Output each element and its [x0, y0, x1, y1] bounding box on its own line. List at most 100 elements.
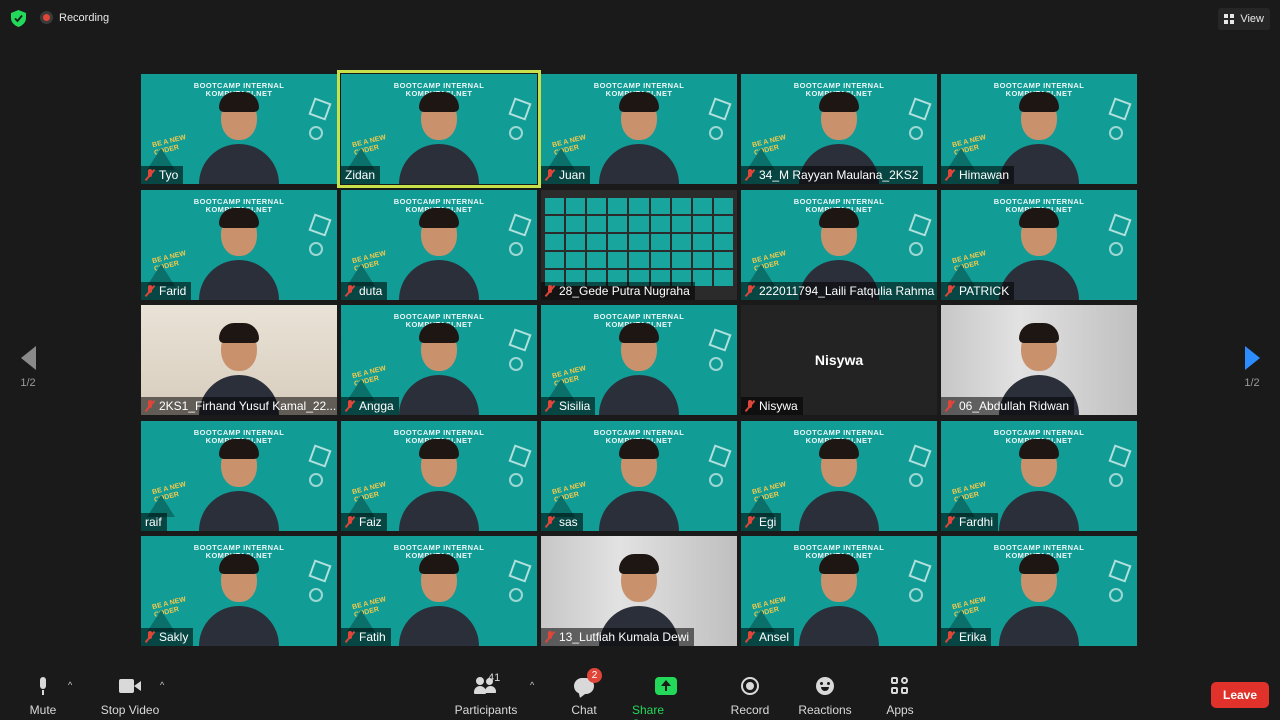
recording-label: Recording — [59, 11, 110, 24]
apps-button[interactable]: Apps — [886, 674, 914, 717]
participant-tile[interactable]: 2KS1_Firhand Yusuf Kamal_22... — [141, 305, 337, 415]
participant-video-feed — [999, 550, 1079, 646]
participant-tile[interactable]: BOOTCAMP INTERNALKOMPUTASI.NETBE A NEWCO… — [337, 70, 541, 188]
background-decoration-icon — [508, 559, 532, 583]
participant-tile[interactable]: BOOTCAMP INTERNALKOMPUTASI.NETBE A NEWCO… — [741, 189, 937, 300]
background-decoration-icon — [909, 588, 923, 602]
participant-name-tag: duta — [341, 281, 388, 300]
participant-tile[interactable]: BOOTCAMP INTERNALKOMPUTASI.NETBE A NEWCO… — [341, 305, 537, 415]
video-options-caret-icon[interactable]: ^ — [160, 680, 164, 690]
participant-tile[interactable]: BOOTCAMP INTERNALKOMPUTASI.NETBE A NEWCO… — [141, 420, 337, 531]
security-shield-icon[interactable] — [11, 10, 26, 27]
participant-tile[interactable]: Nisywa Nisywa — [741, 305, 937, 415]
participant-name-tag: raif — [141, 512, 167, 531]
participant-video-feed — [599, 435, 679, 531]
record-button[interactable]: Record — [731, 674, 769, 717]
participant-tile[interactable]: BOOTCAMP INTERNALKOMPUTASI.NETBE A NEWCO… — [941, 74, 1137, 184]
participant-name-tag: 2KS1_Firhand Yusuf Kamal_22... — [141, 397, 337, 415]
participant-name-tag: 06_Abdullah Ridwan — [941, 397, 1075, 415]
background-decoration-icon — [709, 126, 723, 140]
grid-view-icon — [1224, 14, 1235, 24]
participant-name: Nisywa — [759, 399, 798, 413]
participant-name: Sakly — [159, 630, 189, 644]
participant-tile[interactable]: 06_Abdullah Ridwan — [941, 305, 1137, 415]
participant-name: sas — [559, 514, 578, 529]
participant-name: Zidan — [345, 168, 376, 182]
participant-name: 06_Abdullah Ridwan — [959, 399, 1070, 413]
muted-microphone-icon — [345, 515, 355, 528]
participant-tile[interactable]: BOOTCAMP INTERNALKOMPUTASI.NETBE A NEWCO… — [541, 74, 737, 184]
participants-label: Participants — [454, 703, 518, 717]
participant-tile[interactable]: 28_Gede Putra Nugraha — [541, 189, 737, 300]
next-page-button[interactable]: 1/2 — [1237, 346, 1267, 389]
video-camera-icon — [119, 679, 141, 693]
participant-video-feed — [399, 88, 479, 184]
participant-tile[interactable]: BOOTCAMP INTERNALKOMPUTASI.NETBE A NEWCO… — [341, 420, 537, 531]
participant-video-feed — [799, 435, 879, 531]
participant-tile[interactable]: BOOTCAMP INTERNALKOMPUTASI.NETBE A NEWCO… — [741, 74, 937, 184]
muted-microphone-icon — [945, 284, 955, 297]
participant-tile[interactable]: BOOTCAMP INTERNALKOMPUTASI.NETBE A NEWCO… — [341, 536, 537, 646]
recording-indicator[interactable]: Recording — [40, 11, 109, 24]
muted-microphone-icon — [545, 400, 555, 412]
apps-icon — [891, 677, 909, 695]
participant-tile[interactable]: BOOTCAMP INTERNALKOMPUTASI.NETBE A NEWCO… — [141, 536, 337, 646]
apps-label: Apps — [886, 703, 914, 717]
background-decoration-icon — [308, 97, 332, 121]
participants-options-caret-icon[interactable]: ^ — [530, 680, 534, 690]
muted-microphone-icon — [145, 400, 155, 412]
participant-name: 34_M Rayyan Maulana_2KS2 — [759, 168, 919, 182]
background-decoration-icon — [509, 357, 523, 371]
participant-name: Farid — [159, 283, 187, 298]
participant-name: PATRICK — [959, 283, 1010, 298]
participant-name-tag: 222011794_Laili Fatqulia Rahma — [741, 281, 937, 300]
participant-tile[interactable]: BOOTCAMP INTERNALKOMPUTASI.NETBE A NEWCO… — [941, 536, 1137, 646]
participant-tile[interactable]: BOOTCAMP INTERNALKOMPUTASI.NETBE A NEWCO… — [741, 536, 937, 646]
background-decoration-icon — [509, 588, 523, 602]
participant-tile[interactable]: BOOTCAMP INTERNALKOMPUTASI.NETBE A NEWCO… — [341, 189, 537, 300]
previous-page-button[interactable]: 1/2 — [13, 346, 43, 389]
participants-button[interactable]: 41 Participants — [454, 672, 518, 717]
mute-button[interactable]: Mute — [26, 674, 60, 717]
participant-video-feed — [199, 88, 279, 184]
background-decoration-icon — [909, 241, 923, 256]
share-screen-icon — [655, 677, 677, 695]
participant-tile[interactable]: BOOTCAMP INTERNALKOMPUTASI.NETBE A NEWCO… — [141, 189, 337, 300]
background-decoration-icon — [308, 559, 332, 583]
participant-tile[interactable]: BOOTCAMP INTERNALKOMPUTASI.NETBE A NEWCO… — [541, 305, 737, 415]
background-decoration-icon — [1108, 443, 1132, 468]
participant-video-feed — [999, 435, 1079, 531]
muted-microphone-icon — [145, 284, 155, 297]
leave-button[interactable]: Leave — [1211, 682, 1269, 708]
participant-display-name-center: Nisywa — [814, 352, 864, 368]
muted-microphone-icon — [745, 284, 755, 297]
background-decoration-icon — [508, 443, 532, 468]
participant-tile[interactable]: BOOTCAMP INTERNALKOMPUTASI.NETBE A NEWCO… — [141, 74, 337, 184]
participant-name: Faiz — [359, 514, 382, 529]
participant-tile[interactable]: BOOTCAMP INTERNALKOMPUTASI.NETBE A NEWCO… — [941, 420, 1137, 531]
background-decoration-icon — [508, 328, 532, 352]
chat-unread-badge: 2 — [587, 668, 602, 683]
participant-tile[interactable]: 13_Lutfiah Kumala Dewi — [541, 536, 737, 646]
chat-button[interactable]: 2 Chat — [570, 668, 602, 717]
participant-tile[interactable]: BOOTCAMP INTERNALKOMPUTASI.NETBE A NEWCO… — [941, 189, 1137, 300]
stop-video-button[interactable]: Stop Video — [100, 674, 160, 717]
muted-microphone-icon — [945, 400, 955, 412]
background-decoration-icon — [308, 443, 332, 468]
background-decoration-icon — [1108, 212, 1132, 237]
participant-video-feed — [199, 204, 279, 300]
participant-video-feed — [399, 204, 479, 300]
participant-name-tag: 34_M Rayyan Maulana_2KS2 — [741, 166, 924, 184]
share-screen-button[interactable]: Share Screen — [632, 674, 700, 720]
participant-tile[interactable]: BOOTCAMP INTERNALKOMPUTASI.NETBE A NEWCO… — [741, 420, 937, 531]
participant-name: Fatih — [359, 630, 386, 644]
reactions-button[interactable]: Reactions — [798, 674, 852, 717]
audio-options-caret-icon[interactable]: ^ — [68, 680, 72, 690]
participant-tile[interactable]: BOOTCAMP INTERNALKOMPUTASI.NETBE A NEWCO… — [541, 420, 737, 531]
meeting-toolbar: Mute ^ Stop Video ^ 41 Participants ^ 2 … — [0, 666, 1280, 720]
participant-name-tag: Sakly — [141, 628, 194, 646]
background-decoration-icon — [509, 472, 523, 487]
participant-name-tag: Ansel — [741, 628, 795, 646]
participant-name: 28_Gede Putra Nugraha — [559, 283, 690, 298]
view-button[interactable]: View — [1218, 8, 1270, 30]
